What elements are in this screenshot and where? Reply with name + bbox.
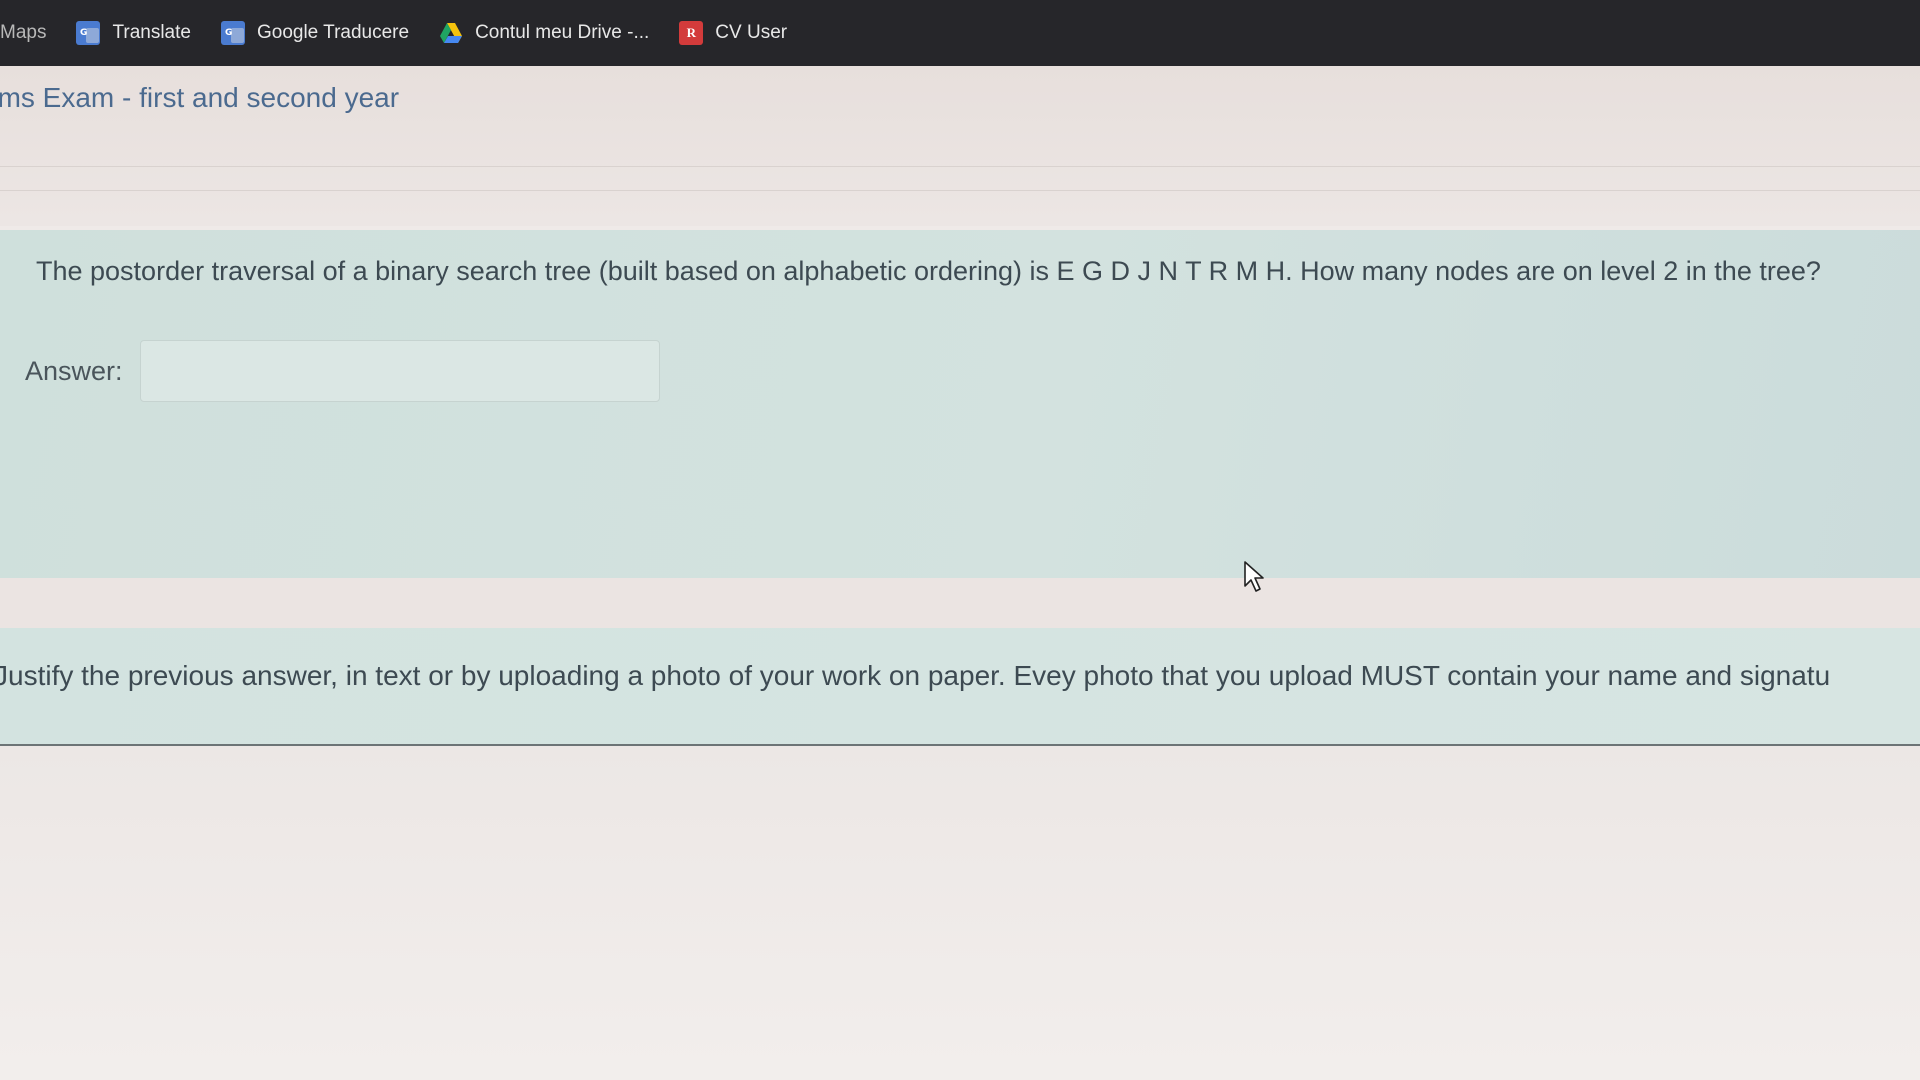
mouse-pointer-icon: [1244, 561, 1264, 592]
bookmark-label: Maps: [0, 22, 47, 43]
page-header: ams Exam - first and second year: [0, 66, 1920, 226]
bookmark-label: CV User: [715, 22, 788, 43]
bookmark-google-traducere[interactable]: G Google Traducere: [220, 21, 410, 45]
svg-text:G: G: [80, 28, 87, 38]
bookmark-label: Google Traducere: [256, 22, 410, 43]
divider: [0, 166, 1920, 167]
answer-input[interactable]: [140, 340, 660, 402]
question-card: The postorder traversal of a binary sear…: [0, 230, 1920, 578]
justify-question-text: Justify the previous answer, in text or …: [0, 660, 1831, 691]
question-text: The postorder traversal of a binary sear…: [36, 256, 1821, 286]
bookmarks-bar: Maps G Translate G Google Traducere Cont…: [0, 0, 1920, 66]
justify-card: Justify the previous answer, in text or …: [0, 628, 1920, 746]
section-gap: [0, 578, 1920, 628]
svg-text:G: G: [225, 28, 232, 38]
bookmark-maps[interactable]: Maps: [0, 22, 46, 44]
divider: [0, 190, 1920, 191]
page-title[interactable]: ams Exam - first and second year: [0, 82, 399, 114]
bookmark-label: Contul meu Drive -...: [475, 22, 650, 43]
google-translate-icon: G: [76, 21, 101, 45]
google-drive-icon: [439, 21, 463, 45]
google-translate-icon: G: [220, 21, 245, 45]
bookmark-label: Translate: [112, 22, 191, 43]
cv-r-icon: R: [679, 21, 704, 45]
bookmark-contul-meu-drive[interactable]: Contul meu Drive -...: [439, 21, 649, 45]
answer-label: Answer:: [25, 356, 123, 386]
bookmark-cv-user[interactable]: R CV User: [679, 21, 787, 45]
bookmark-translate[interactable]: G Translate: [76, 21, 191, 45]
response-area[interactable]: [0, 746, 1920, 1080]
